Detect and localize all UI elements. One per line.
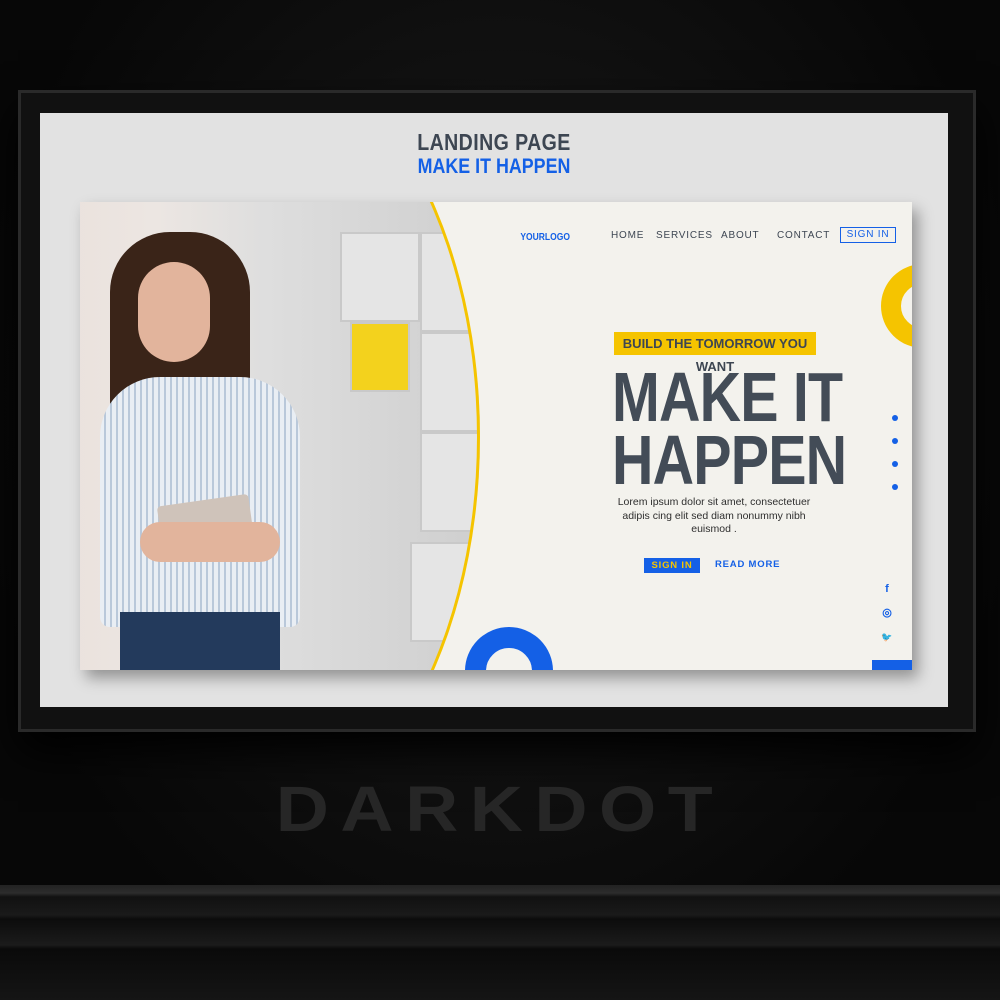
hero-body: Lorem ipsum dolor sit amet, consectetuer… [617,496,811,535]
nav-services[interactable]: SERVICES [656,230,713,241]
blue-block-decoration [872,660,912,670]
yellow-arc [80,202,480,670]
slider-dot[interactable] [892,415,898,421]
slider-dot[interactable] [892,438,898,444]
twitter-icon[interactable]: 🐦 [880,632,894,643]
slider-dot[interactable] [892,484,898,490]
nav-contact[interactable]: CONTACT [777,230,830,241]
yellow-ring-decoration [881,264,912,348]
read-more-link[interactable]: READ MORE [715,559,780,570]
instagram-icon[interactable]: ◎ [880,606,894,619]
landing-page-preview: YOURLOGO HOME SERVICES ABOUT CONTACT SIG… [80,202,912,670]
slider-dot[interactable] [892,461,898,467]
hero-headline-line2: HAPPEN [612,421,847,499]
nav-home[interactable]: HOME [611,230,644,241]
watermark: DARKDOT [275,773,725,845]
nav-about[interactable]: ABOUT [721,230,759,241]
hero-tagline: BUILD THE TOMORROW YOU WANT [614,332,816,374]
hero-headline-line1: MAKE IT [612,358,843,436]
sign-in-button[interactable]: SIGN IN [644,558,700,573]
mockup-subtitle: MAKE IT HAPPEN [417,155,571,178]
facebook-icon[interactable]: f [880,583,894,595]
wall-molding [0,885,1000,1000]
mockup-title: LANDING PAGE [417,129,571,155]
sign-in-nav-button[interactable]: SIGN IN [840,227,896,243]
site-logo[interactable]: YOURLOGO [520,232,570,243]
